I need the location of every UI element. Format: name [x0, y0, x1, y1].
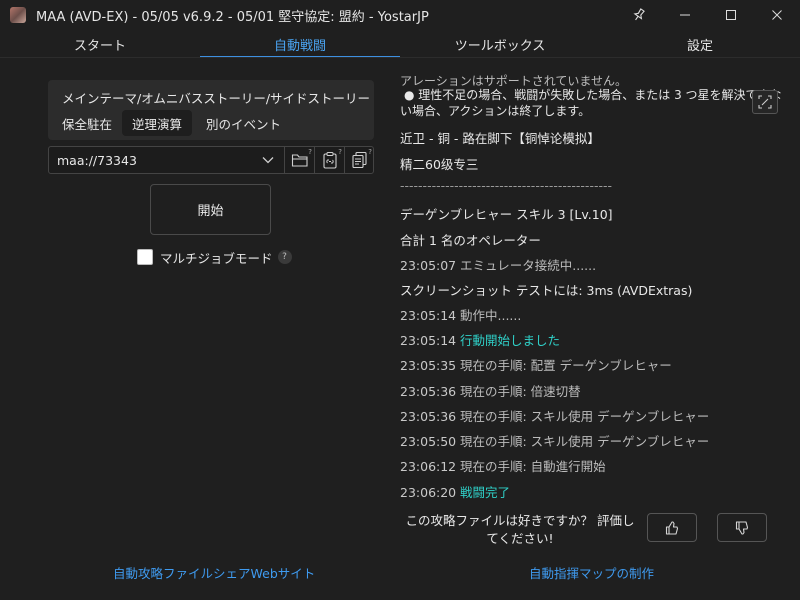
- log-time: 23:05:36: [400, 409, 457, 424]
- log-time: 23:06:20: [400, 485, 457, 500]
- log-message: 現在の手順: 倍速切替: [460, 384, 581, 399]
- log-time: 23:05:36: [400, 384, 457, 399]
- log-entry: 23:05:14 行動開始しました: [400, 330, 560, 349]
- multi-job-mode-row: マルチジョブモード ?: [137, 248, 292, 266]
- rating-prompt-line: この攻略ファイルは好きですか？ 評価し: [405, 513, 635, 528]
- rating-prompt: この攻略ファイルは好きですか？ 評価し てください!: [402, 512, 638, 548]
- log-bullet-line: ● 理性不足の場合、戦闘が失敗した場合、または 3 つ星を解決できな: [404, 88, 782, 102]
- title-bar: MAA (AVD-EX) - 05/05 v6.9.2 - 05/01 堅守協定…: [0, 0, 800, 30]
- log-entry: スクリーンショット テストには: 3ms (AVDExtras): [400, 280, 692, 299]
- log-entry: 23:06:12 現在の手順: 自動進行開始: [400, 456, 606, 475]
- chevron-down-icon[interactable]: [261, 153, 275, 167]
- main-tabs: スタート 自動戦闘 ツールボックス 設定: [0, 31, 800, 58]
- tab-toolbox[interactable]: ツールボックス: [400, 31, 600, 58]
- map-make-link[interactable]: 自動指揮マップの制作: [529, 563, 654, 582]
- mode-tab-preservation[interactable]: 保全駐在: [52, 110, 122, 136]
- log-entry: 23:05:07 エミュレータ接続中......: [400, 255, 596, 274]
- log-message: 行動開始しました: [460, 333, 561, 348]
- rating-prompt-line: てください!: [486, 531, 554, 546]
- log-time: 23:05:35: [400, 358, 457, 373]
- close-icon: [772, 10, 782, 20]
- pin-button[interactable]: [616, 0, 662, 30]
- folder-icon: [291, 154, 308, 167]
- maximize-icon: [726, 10, 736, 20]
- log-time: 23:05:14: [400, 308, 457, 323]
- log-message: スクリーンショット テストには: 3ms (AVDExtras): [400, 283, 693, 298]
- tab-settings[interactable]: 設定: [600, 31, 800, 58]
- log-time: 23:05:14: [400, 333, 457, 348]
- log-message: 戦闘完了: [460, 485, 511, 500]
- log-message: エミュレータ接続中......: [460, 258, 597, 273]
- mode-tab-other-event[interactable]: 別のイベント: [196, 110, 291, 136]
- log-entry: 23:05:14 動作中......: [400, 305, 521, 324]
- log-entry: 23:06:20 戦闘完了: [400, 482, 510, 501]
- thumbs-down-icon: [735, 520, 749, 535]
- dislike-button[interactable]: [717, 513, 767, 542]
- log-panel[interactable]: アレーションはサポートされていません。 ● 理性不足の場合、戦闘が失敗した場合、…: [390, 58, 785, 503]
- maximize-button[interactable]: [708, 0, 754, 30]
- tab-start[interactable]: スタート: [0, 31, 200, 58]
- mode-tab-paradox[interactable]: 逆理演算: [122, 110, 193, 136]
- batch-import-button[interactable]: ?: [345, 147, 374, 173]
- start-button[interactable]: 開始: [150, 184, 271, 235]
- help-badge: ?: [368, 148, 372, 156]
- log-entry: 23:05:36 現在の手順: 倍速切替: [400, 381, 581, 400]
- log-bullet-line-cont: い場合、アクションは終了します。: [400, 104, 591, 118]
- clipboard-link-icon: [322, 152, 337, 169]
- log-entry: 23:05:36 現在の手順: スキル使用 デーゲンブレヒャー: [400, 406, 709, 425]
- theme-selector-panel: メインテーマ/オムニバスストーリー/サイドストーリー 保全駐在 逆理演算 別のイ…: [48, 80, 374, 140]
- window-title: MAA (AVD-EX) - 05/05 v6.9.2 - 05/01 堅守協定…: [36, 10, 429, 25]
- theme-main-story-option[interactable]: メインテーマ/オムニバスストーリー/サイドストーリー: [62, 88, 370, 107]
- multi-job-label[interactable]: マルチジョブモード: [160, 248, 273, 267]
- log-time: 23:06:12: [400, 459, 457, 474]
- log-stage-name: 近卫 - 铜 - 路在脚下【铜悼论模拟】: [400, 131, 600, 146]
- documents-icon: [351, 151, 367, 169]
- multi-job-checkbox[interactable]: [137, 249, 153, 265]
- log-elite-info: 精二60级专三: [400, 157, 479, 172]
- help-badge: ?: [338, 148, 342, 156]
- log-message: 動作中......: [460, 308, 522, 323]
- close-button[interactable]: [754, 0, 800, 30]
- log-entry: 23:05:35 現在の手順: 配置 デーゲンブレヒャー: [400, 355, 672, 374]
- log-entry: 23:05:50 現在の手順: スキル使用 デーゲンブレヒャー: [400, 431, 709, 450]
- like-button[interactable]: [647, 513, 697, 542]
- log-message: 現在の手順: スキル使用 デーゲンブレヒャー: [460, 434, 710, 449]
- log-time: 23:05:07: [400, 258, 457, 273]
- log-message: 現在の手順: 自動進行開始: [460, 459, 606, 474]
- pin-icon: [633, 8, 645, 21]
- tab-auto-battle[interactable]: 自動戦闘: [200, 31, 400, 58]
- share-site-link[interactable]: 自動攻略ファイルシェアWebサイト: [113, 563, 315, 582]
- log-copy-button[interactable]: [752, 90, 778, 114]
- minimize-button[interactable]: [662, 0, 708, 30]
- minimize-icon: [680, 14, 690, 16]
- task-file-input[interactable]: [49, 147, 283, 173]
- thumbs-up-icon: [665, 520, 679, 535]
- log-operator: デーゲンブレヒャー スキル 3 [Lv.10]: [400, 207, 613, 222]
- app-icon: [10, 7, 26, 23]
- task-file-combo: ? ? ?: [48, 146, 374, 174]
- open-file-button[interactable]: ?: [285, 147, 314, 173]
- log-divider: ----------------------------------------…: [400, 178, 612, 193]
- log-message: 現在の手順: スキル使用 デーゲンブレヒャー: [460, 409, 710, 424]
- copy-icon: [758, 95, 772, 109]
- paste-link-button[interactable]: ?: [315, 147, 344, 173]
- log-time: 23:05:50: [400, 434, 457, 449]
- help-icon[interactable]: ?: [277, 250, 292, 264]
- help-badge: ?: [308, 148, 312, 156]
- log-total: 合計 1 名のオペレーター: [400, 233, 541, 248]
- log-message: 現在の手順: 配置 デーゲンブレヒャー: [460, 358, 672, 373]
